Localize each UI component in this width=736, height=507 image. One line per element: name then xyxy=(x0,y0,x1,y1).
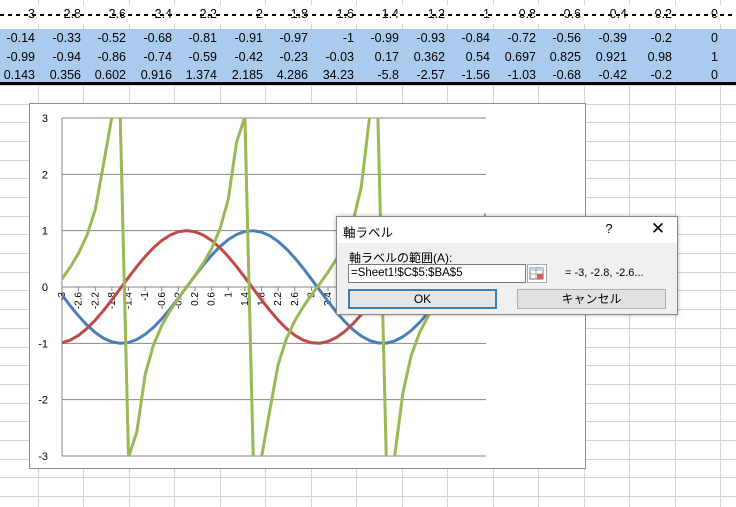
cell[interactable]: -0.33 xyxy=(38,29,82,48)
x-tick-label: 0.2 xyxy=(190,292,201,306)
cell[interactable]: 0.17 xyxy=(356,48,399,67)
x-tick-label: -0.6 xyxy=(157,292,168,310)
cell[interactable]: -0.59 xyxy=(174,48,218,67)
cell[interactable]: -0.84 xyxy=(447,29,491,48)
y-tick-label: -2 xyxy=(38,395,48,407)
x-tick-label: 2.2 xyxy=(273,292,284,306)
cell[interactable]: 0.362 xyxy=(402,48,445,67)
x-tick-label: 1 xyxy=(223,292,234,298)
copy-selection-marquee xyxy=(0,14,736,16)
cell[interactable]: -0.42 xyxy=(220,48,264,67)
dialog-title-bar: 軸ラベル ? ✕ xyxy=(337,217,677,243)
cell[interactable]: -0.23 xyxy=(265,48,309,67)
cell[interactable]: -0.74 xyxy=(129,48,173,67)
cell[interactable]: -0.14 xyxy=(0,29,36,48)
cell[interactable]: -0.93 xyxy=(402,29,446,48)
row-gridline xyxy=(0,85,736,86)
cell[interactable]: 0.921 xyxy=(584,48,627,67)
x-tick-label: -2.2 xyxy=(90,292,101,310)
cell[interactable]: -0.52 xyxy=(83,29,127,48)
axis-label-dialog: 軸ラベル ? ✕ 軸ラベルの範囲(A): =Sheet1!$C$5:$BA$5 … xyxy=(336,216,678,315)
range-select-icon xyxy=(529,267,544,280)
cell[interactable]: -0.99 xyxy=(356,29,400,48)
x-tick-label: 2.6 xyxy=(290,292,301,306)
row-gridline xyxy=(0,496,736,497)
cell[interactable]: 0.98 xyxy=(629,48,672,67)
ok-button[interactable]: OK xyxy=(348,289,497,309)
cell[interactable]: -0.81 xyxy=(174,29,218,48)
cell[interactable]: -0.86 xyxy=(83,48,127,67)
y-tick-label: -1 xyxy=(38,338,48,350)
x-tick-label: 0.6 xyxy=(207,292,218,306)
cell[interactable]: -0.99 xyxy=(0,48,36,67)
cell[interactable]: 0. xyxy=(720,48,736,67)
cell[interactable]: -0.91 xyxy=(220,29,264,48)
cell[interactable]: 0.54 xyxy=(447,48,490,67)
cell[interactable]: -0.56 xyxy=(538,29,582,48)
collapse-dialog-button[interactable] xyxy=(527,264,547,283)
y-tick-label: 1 xyxy=(42,226,48,238)
cell[interactable]: 0.697 xyxy=(493,48,536,67)
cell[interactable]: -0.39 xyxy=(584,29,628,48)
spreadsheet-grid[interactable]: -3-2.8-2.6-2.4-2.2-2-1.8-1.6-1.4-1.2-1-0… xyxy=(0,0,736,507)
y-tick-label: -3 xyxy=(38,451,48,463)
sin-values-row[interactable]: -0.14 -0.33 -0.52 -0.68 -0.81 -0.91 -0.97 -1 -0.… xyxy=(0,29,736,48)
help-button[interactable]: ? xyxy=(599,221,619,236)
cell[interactable]: -1 xyxy=(311,29,354,48)
cancel-button[interactable]: キャンセル xyxy=(517,289,666,309)
cell[interactable]: -0.94 xyxy=(38,48,82,67)
cell[interactable]: 0.1 xyxy=(720,29,736,48)
close-button[interactable]: ✕ xyxy=(643,219,673,241)
x-tick-label: -1 xyxy=(140,292,151,301)
range-preview: = -3, -2.8, -2.6... xyxy=(565,267,644,279)
cell[interactable]: 0.825 xyxy=(538,48,581,67)
cell[interactable]: -0.03 xyxy=(311,48,355,67)
cell[interactable]: -0.72 xyxy=(493,29,537,48)
dialog-title: 軸ラベル xyxy=(343,226,394,240)
range-input[interactable]: =Sheet1!$C$5:$BA$5 xyxy=(348,264,526,283)
cell[interactable]: -0.2 xyxy=(629,29,672,48)
cell[interactable]: 0 xyxy=(675,29,718,48)
cos-values-row[interactable]: -0.99 -0.94 -0.86 -0.74 -0.59 -0.42 -0.23 -0.03… xyxy=(0,48,736,67)
row-gridline xyxy=(0,477,736,478)
cell[interactable]: 1 xyxy=(675,48,718,67)
row-border xyxy=(0,82,736,85)
cell[interactable]: -0.68 xyxy=(129,29,173,48)
cell[interactable]: -0.97 xyxy=(265,29,309,48)
y-tick-label: 0 xyxy=(42,282,48,294)
x-tick-label: -2.6 xyxy=(74,292,85,310)
y-tick-label: 2 xyxy=(42,169,48,181)
y-tick-label: 3 xyxy=(42,113,48,125)
